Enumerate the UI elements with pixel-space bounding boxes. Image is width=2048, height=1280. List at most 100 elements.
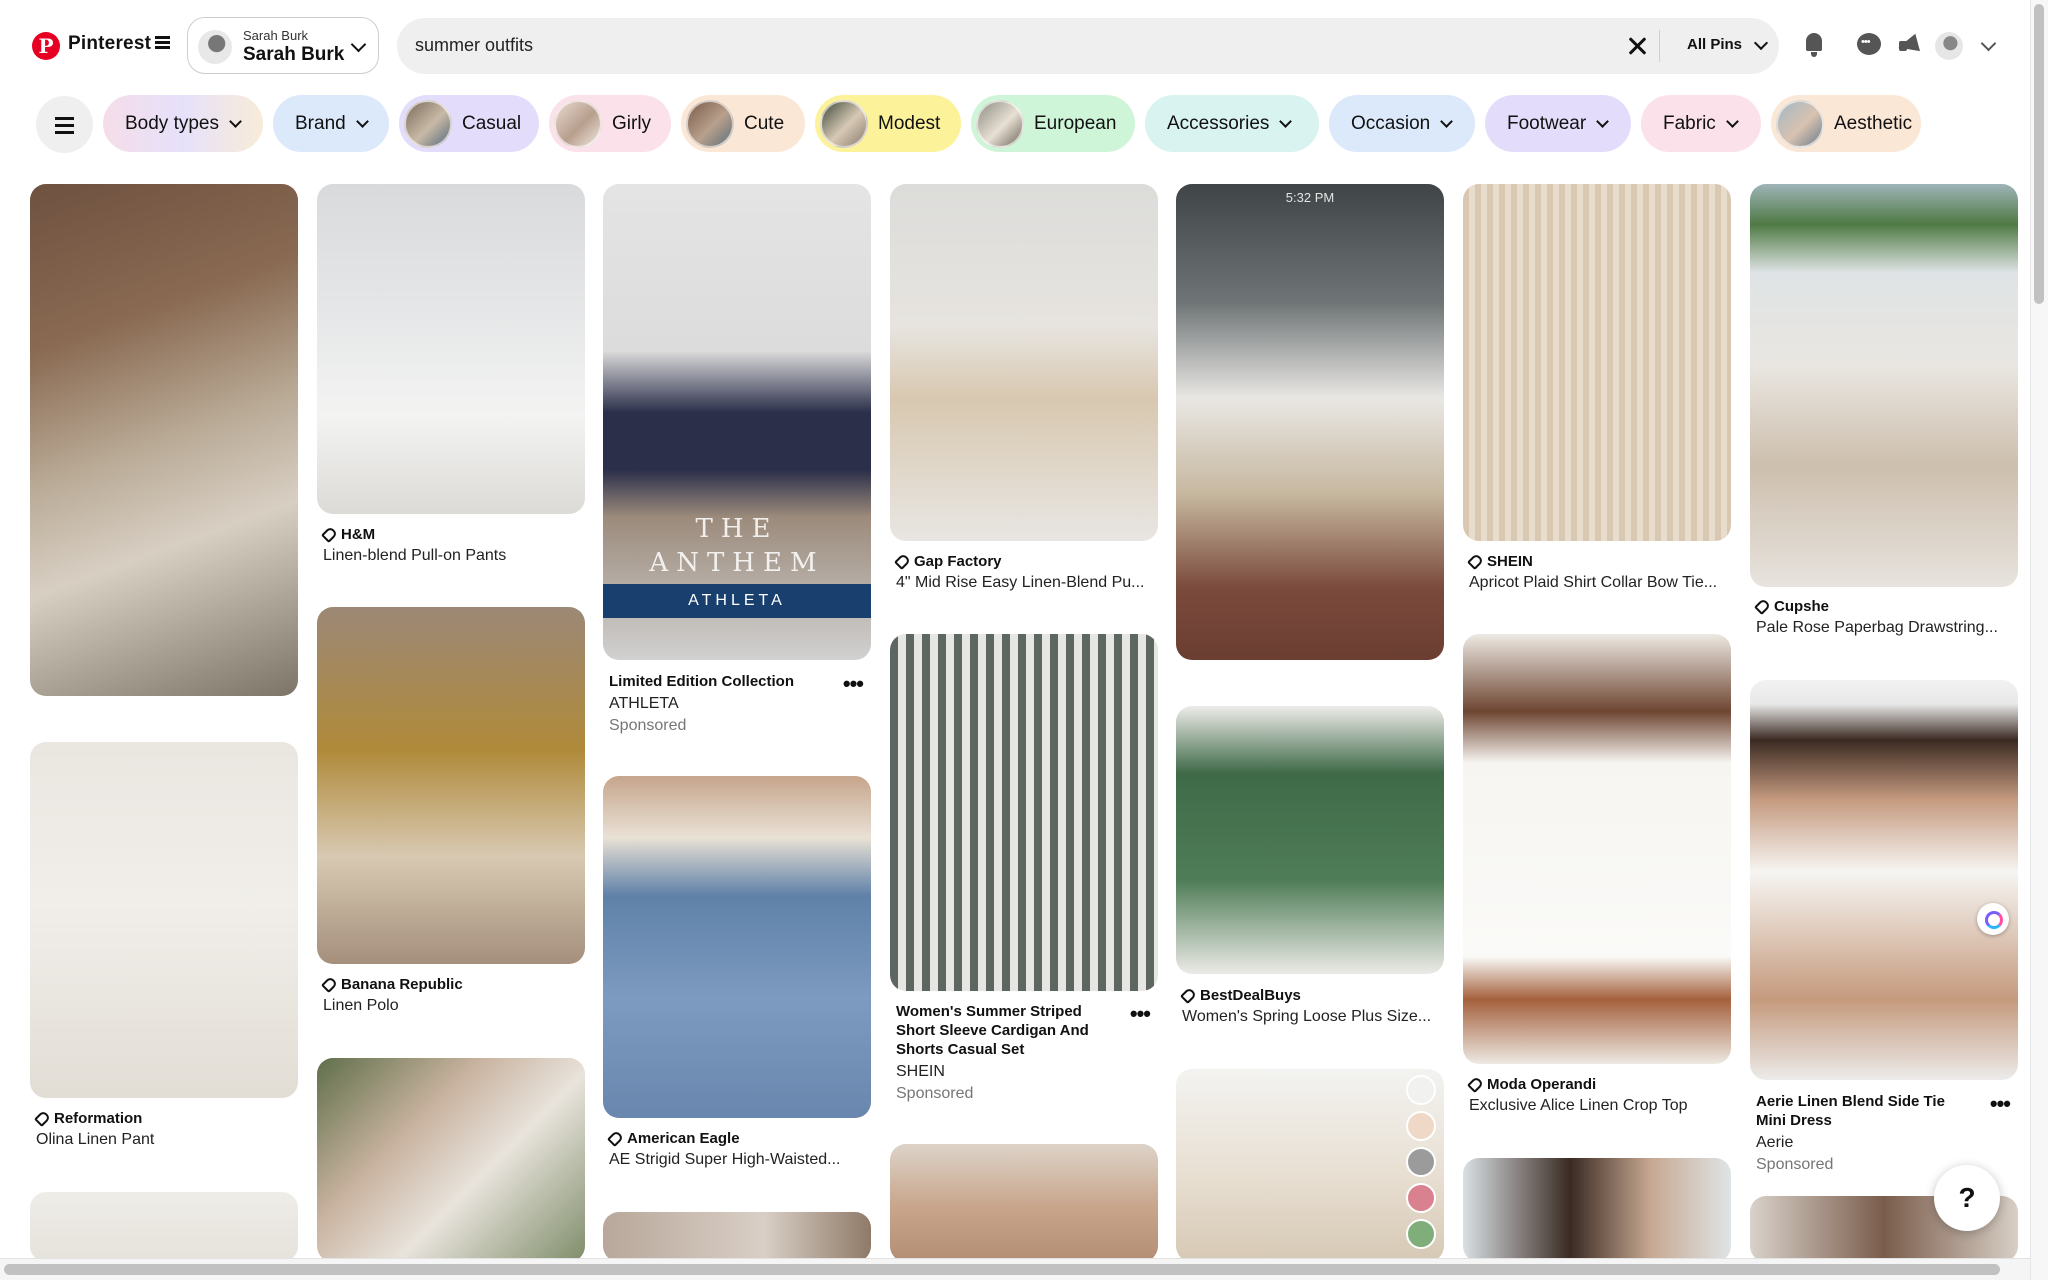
bell-icon[interactable] <box>1800 30 1830 60</box>
pin-image[interactable] <box>30 1192 298 1262</box>
swatch[interactable] <box>1406 1075 1436 1105</box>
promo-title[interactable]: Limited Edition Collection <box>609 672 819 691</box>
chevron-down-icon <box>229 114 242 128</box>
sponsored-label: Sponsored <box>609 717 687 734</box>
pin-image[interactable]: THE ANTHEM COLLECTION ATHLETA <box>603 184 871 660</box>
more-icon[interactable]: ••• <box>843 673 864 695</box>
pin-image[interactable] <box>603 776 871 1118</box>
pinterest-logo-icon[interactable] <box>32 32 60 60</box>
top-bar: Pinterest Sarah Burk Sarah Burk summer o… <box>0 0 2030 92</box>
pin-image[interactable] <box>317 1058 585 1262</box>
filter-chip-cute[interactable]: Cute <box>681 95 805 152</box>
pin-merchant[interactable]: Reformation <box>54 1110 142 1127</box>
filter-chip-label: Cute <box>744 112 785 134</box>
megaphone-icon[interactable] <box>1895 30 1925 60</box>
pin-image[interactable] <box>317 184 585 514</box>
pin-caption: Cupshe Pale Rose Paperbag Drawstring... <box>1754 596 2014 637</box>
pin-title[interactable]: Linen Polo <box>323 997 581 1015</box>
profile-avatar[interactable] <box>1935 32 1963 60</box>
horizontal-scrollbar-thumb[interactable] <box>4 1264 2000 1275</box>
filter-chip-modest[interactable]: Modest <box>815 95 961 152</box>
pin-image[interactable] <box>30 184 298 696</box>
extension-badge-icon[interactable] <box>1977 903 2009 935</box>
filter-chip-footwear[interactable]: Footwear <box>1485 95 1631 152</box>
pin-image-timestamp: 5:32 PM <box>1285 190 1335 205</box>
account-switcher[interactable]: Sarah Burk Sarah Burk <box>187 17 379 74</box>
pin-title[interactable]: Olina Linen Pant <box>36 1131 294 1149</box>
pin-merchant[interactable]: Cupshe <box>1774 598 1829 615</box>
pin-title[interactable]: 4" Mid Rise Easy Linen-Blend Pu... <box>896 574 1154 592</box>
filter-icon[interactable] <box>36 96 93 153</box>
brand-name[interactable]: Pinterest <box>68 33 151 55</box>
swatch[interactable] <box>1406 1219 1436 1249</box>
filter-chip-brand[interactable]: Brand <box>273 95 389 152</box>
swatch[interactable] <box>1406 1147 1436 1177</box>
filter-chip-fabric[interactable]: Fabric <box>1641 95 1761 152</box>
more-icon[interactable]: ••• <box>1990 1093 2011 1115</box>
vertical-scrollbar-thumb[interactable] <box>2034 4 2044 304</box>
pin-caption: Moda Operandi Exclusive Alice Linen Crop… <box>1467 1074 1727 1115</box>
filter-chip-label: European <box>1034 112 1117 134</box>
pin-title[interactable]: Apricot Plaid Shirt Collar Bow Tie... <box>1469 574 1727 592</box>
pin-merchant[interactable]: SHEIN <box>1487 553 1533 570</box>
pin-merchant[interactable]: Moda Operandi <box>1487 1076 1596 1093</box>
filter-chip-casual[interactable]: Casual <box>399 95 539 152</box>
chevron-down-icon <box>355 114 369 128</box>
pin-image[interactable] <box>603 1212 871 1262</box>
more-icon[interactable]: ••• <box>1130 1003 1151 1025</box>
pin-merchant[interactable]: American Eagle <box>627 1130 740 1147</box>
swatch[interactable] <box>1406 1111 1436 1141</box>
account-switcher-label: Sarah Burk <box>243 28 309 43</box>
tag-icon <box>1467 552 1484 570</box>
pin-image[interactable] <box>1463 1158 1731 1262</box>
pin-merchant[interactable]: BestDealBuys <box>1200 987 1301 1004</box>
pin-image[interactable] <box>1176 706 1444 974</box>
help-button[interactable]: ? <box>1934 1165 2000 1231</box>
pin-merchant[interactable]: H&M <box>341 526 375 543</box>
tag-icon <box>894 552 911 570</box>
promo-brand[interactable]: Aerie <box>1756 1134 2014 1152</box>
pin-image[interactable] <box>890 1144 1158 1262</box>
menu-icon[interactable] <box>155 36 170 49</box>
filter-chip-body-types[interactable]: Body types <box>103 95 263 152</box>
close-icon[interactable] <box>1625 34 1649 58</box>
pin-image[interactable] <box>890 634 1158 991</box>
filter-chip-aesthetic[interactable]: Aesthetic <box>1771 95 1921 152</box>
filter-chip-label: Aesthetic <box>1834 112 1913 134</box>
filter-chip-label: Fabric <box>1663 112 1716 134</box>
pin-image[interactable] <box>1463 634 1731 1064</box>
pin-merchant[interactable]: Banana Republic <box>341 976 463 993</box>
promo-title[interactable]: Aerie Linen Blend Side Tie Mini Dress <box>1756 1092 1966 1130</box>
pin-caption: Limited Edition Collection ATHLETA Spons… <box>609 672 867 735</box>
pin-image[interactable] <box>1176 1069 1444 1262</box>
pin-image[interactable] <box>890 184 1158 541</box>
filter-chip-occasion[interactable]: Occasion <box>1329 95 1475 152</box>
pin-image[interactable] <box>30 742 298 1098</box>
filter-chip-accessories[interactable]: Accessories <box>1145 95 1319 152</box>
pin-image[interactable] <box>317 607 585 964</box>
promo-brand[interactable]: ATHLETA <box>609 695 867 713</box>
pin-image[interactable]: 5:32 PM <box>1176 184 1444 660</box>
filter-chip-girly[interactable]: Girly <box>549 95 671 152</box>
pin-merchant[interactable]: Gap Factory <box>914 553 1002 570</box>
swatch[interactable] <box>1406 1183 1436 1213</box>
search-input[interactable]: summer outfits All Pins <box>397 18 1779 74</box>
chat-icon[interactable] <box>1855 30 1885 60</box>
pin-image[interactable] <box>1750 184 2018 587</box>
chevron-down-icon[interactable] <box>1753 35 1769 51</box>
filter-bar: Body types Brand Casual Girly Cute Modes… <box>0 92 2030 162</box>
filter-chip-european[interactable]: European <box>971 95 1135 152</box>
pin-title[interactable]: Linen-blend Pull-on Pants <box>323 547 581 565</box>
pin-title[interactable]: Women's Spring Loose Plus Size... <box>1182 1008 1440 1026</box>
promo-title[interactable]: Women's Summer Striped Short Sleeve Card… <box>896 1002 1106 1059</box>
search-scope-select[interactable]: All Pins <box>1687 36 1742 53</box>
pin-image[interactable] <box>1463 184 1731 541</box>
avatar <box>198 30 232 64</box>
pin-title[interactable]: Pale Rose Paperbag Drawstring... <box>1756 619 2014 637</box>
promo-brand[interactable]: SHEIN <box>896 1063 1154 1081</box>
pin-image[interactable] <box>1750 680 2018 1080</box>
search-query[interactable]: summer outfits <box>415 35 533 56</box>
chevron-down-icon[interactable] <box>1980 35 1997 52</box>
pin-title[interactable]: AE Strigid Super High-Waisted... <box>609 1151 867 1169</box>
pin-title[interactable]: Exclusive Alice Linen Crop Top <box>1469 1097 1727 1115</box>
